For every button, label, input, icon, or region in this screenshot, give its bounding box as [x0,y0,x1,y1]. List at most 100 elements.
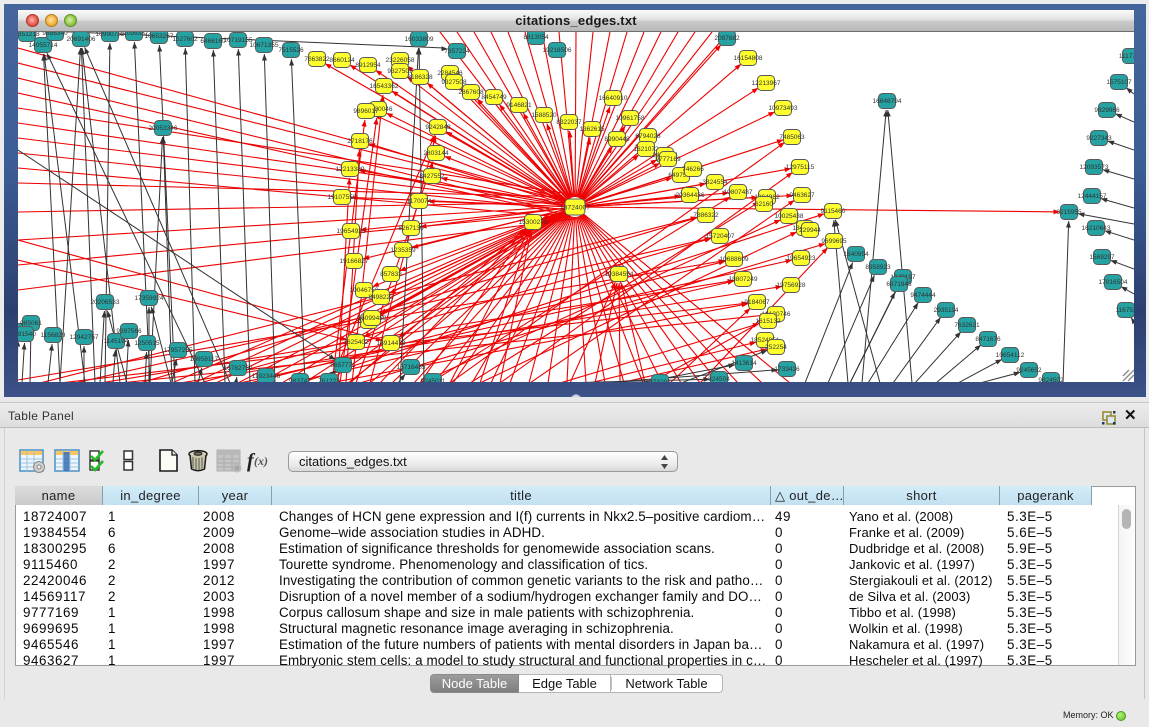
svg-text:19654925: 19654925 [337,228,366,235]
svg-text:1588520: 1588520 [531,112,557,119]
svg-text:8471676: 8471676 [975,336,1001,343]
svg-text:8186328: 8186328 [407,74,433,81]
svg-text:9397566: 9397566 [116,328,142,335]
svg-text:2087682: 2087682 [714,35,740,42]
svg-text:7485063: 7485063 [779,134,805,141]
svg-text:116753: 116753 [1115,307,1134,314]
svg-text:2935114: 2935114 [934,307,959,314]
svg-text:10719155: 10719155 [224,37,253,44]
svg-text:12093573: 12093573 [1080,164,1109,171]
svg-text:2718176: 2718176 [347,138,373,145]
svg-text:9463627: 9463627 [789,192,815,199]
svg-text:1235359: 1235359 [390,247,416,254]
svg-text:14055714: 14055714 [29,42,58,49]
svg-text:6794028: 6794028 [635,133,661,140]
svg-text:9896017: 9896017 [353,108,379,115]
svg-text:6466160: 6466160 [200,38,226,45]
svg-text:9327508: 9327508 [441,79,467,86]
svg-text:20364436: 20364436 [676,192,705,199]
svg-text:9242848: 9242848 [425,124,451,131]
svg-text:20206533: 20206533 [91,299,120,306]
svg-text:7625402: 7625402 [343,339,369,346]
svg-text:18807249: 18807249 [729,276,758,283]
svg-text:16154808: 16154808 [734,55,763,62]
svg-text:1527602: 1527602 [172,36,198,43]
svg-text:(x): (x) [254,454,268,468]
svg-text:9245652: 9245652 [1016,367,1042,374]
svg-text:8454749: 8454749 [481,94,507,101]
svg-text:17359924: 17359924 [135,295,164,302]
svg-text:13716485: 13716485 [397,364,426,371]
svg-text:1640954: 1640954 [843,251,869,258]
svg-text:12213389: 12213389 [336,166,365,173]
svg-text:1733426: 1733426 [774,366,800,373]
svg-text:8267130: 8267130 [398,225,424,232]
svg-text:8498222: 8498222 [368,294,394,301]
svg-text:9657771: 9657771 [330,362,356,369]
svg-text:1250515: 1250515 [134,340,160,347]
svg-text:8322037: 8322037 [556,119,582,126]
svg-text:20053346: 20053346 [149,125,178,132]
svg-text:9245011: 9245011 [421,378,446,382]
svg-text:7515526: 7515526 [278,47,304,54]
svg-text:10671355: 10671355 [250,42,279,49]
svg-text:12213967: 12213967 [752,80,781,87]
svg-text:991540: 991540 [18,331,36,338]
svg-text:10688609: 10688609 [720,256,749,263]
svg-text:7357224: 7357224 [444,48,470,55]
svg-text:7632621: 7632621 [954,322,980,329]
svg-text:1569297: 1569297 [1089,254,1115,261]
svg-text:17016504: 17016504 [1099,279,1128,286]
svg-text:9329966: 9329966 [1094,107,1120,114]
svg-text:10973493: 10973493 [769,105,798,112]
svg-text:12975115: 12975115 [786,164,815,171]
svg-text:7351218: 7351218 [18,32,40,38]
svg-text:1615132: 1615132 [755,318,781,325]
svg-text:9886340: 9886340 [42,32,68,37]
svg-text:10961758: 10961758 [616,115,645,122]
svg-text:8958923: 8958923 [865,264,891,271]
svg-text:983747: 983747 [289,378,311,382]
svg-text:9227343: 9227343 [1086,135,1112,142]
svg-text:18724007: 18724007 [560,205,590,212]
svg-text:1362615: 1362615 [579,126,605,133]
svg-text:10025438: 10025438 [775,213,804,220]
svg-text:15720407: 15720407 [706,233,735,240]
svg-text:16210643: 16210643 [1082,225,1111,232]
svg-text:746266: 746266 [682,166,704,173]
svg-text:8427552: 8427552 [419,173,445,180]
svg-text:9777169: 9777169 [655,156,681,163]
svg-text:19166827: 19166827 [340,258,369,265]
svg-text:19218506: 19218506 [543,47,572,54]
svg-text:252254: 252254 [765,344,787,351]
svg-text:9824502: 9824502 [1038,377,1064,382]
svg-text:19654923: 19654923 [787,255,816,262]
svg-text:10807487: 10807487 [724,189,753,196]
svg-text:12444157: 12444157 [1078,193,1107,200]
svg-text:10654112: 10654112 [996,352,1025,359]
svg-text:10653267: 10653267 [145,33,174,40]
svg-text:6871943: 6871943 [886,281,912,288]
svg-text:824504: 824504 [708,376,730,382]
svg-text:16640910: 16640910 [599,95,628,102]
svg-text:1117737: 1117737 [1119,53,1134,60]
svg-text:12942757: 12942757 [70,334,99,341]
svg-text:3215955: 3215955 [1056,209,1082,216]
svg-text:9699695: 9699695 [821,238,847,245]
svg-text:9115460: 9115460 [821,208,846,215]
svg-text:17957255: 17957255 [164,347,193,354]
svg-text:2867608: 2867608 [458,89,484,96]
svg-text:1413614: 1413614 [731,360,757,367]
svg-text:16543362: 16543362 [370,83,399,90]
svg-text:7886322: 7886322 [693,212,719,219]
svg-text:2803144: 2803144 [423,150,449,157]
svg-text:229944: 229944 [799,227,821,234]
svg-text:9184067: 9184067 [744,299,770,306]
svg-text:16648794: 16648794 [873,98,902,105]
svg-text:9474444: 9474444 [910,292,936,299]
svg-text:19107550: 19107550 [328,194,357,201]
svg-text:3824554: 3824554 [702,179,728,186]
svg-text:761223: 761223 [318,378,340,382]
svg-text:973201: 973201 [649,379,671,382]
svg-text:8813054: 8813054 [523,34,549,41]
